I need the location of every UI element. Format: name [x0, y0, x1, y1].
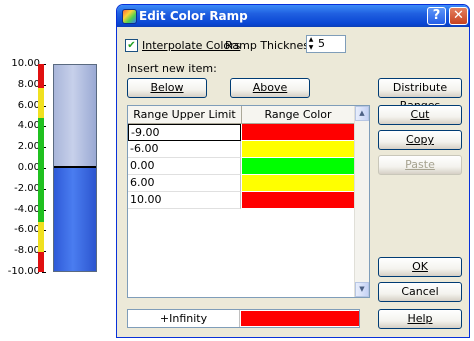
table-row[interactable]: -6.00 — [128, 141, 355, 158]
insert-new-item-label: Insert new item: — [127, 62, 217, 75]
gauge-fill — [54, 166, 96, 271]
range-color-swatch[interactable] — [242, 175, 355, 192]
ramp-thickness-value[interactable]: 5 — [318, 37, 325, 50]
range-table: Range Upper Limit Range Color -9.00 -6.00… — [127, 105, 370, 298]
dialog-title: Edit Color Ramp — [139, 9, 248, 23]
range-limit-cell[interactable]: 10.00 — [128, 192, 241, 209]
paste-button[interactable]: Paste — [378, 155, 462, 175]
gauge-label: -6.00 — [14, 224, 40, 236]
gauge-red-bottom — [38, 252, 44, 272]
title-help-button[interactable]: ? — [427, 7, 446, 25]
range-color-swatch[interactable] — [242, 124, 355, 141]
table-vertical-scrollbar[interactable]: ▲ ▼ — [354, 106, 369, 297]
help-button[interactable]: Help — [378, 309, 462, 329]
gauge-label: -2.00 — [14, 182, 40, 194]
range-color-swatch[interactable] — [242, 192, 355, 209]
table-row[interactable]: 10.00 — [128, 192, 355, 209]
range-limit-cell[interactable]: 0.00 — [128, 158, 241, 175]
edit-color-ramp-dialog: Edit Color Ramp ? ✕ ✔ Interpolate Colors… — [116, 4, 470, 338]
level-gauge: 10.00 8.00 6.00 4.00 2.00 0.00 -2.00 -4.00 -6.00… — [0, 0, 112, 341]
table-row[interactable]: 0.00 — [128, 158, 355, 175]
header-range-upper-limit[interactable]: Range Upper Limit — [128, 106, 242, 124]
gauge-label: 6.00 — [17, 99, 40, 111]
gauge-label: 0.00 — [17, 162, 40, 173]
gauge-tick — [42, 272, 46, 273]
range-limit-cell[interactable]: 6.00 — [128, 175, 241, 192]
ramp-thickness-label: Ramp Thickness: — [225, 39, 319, 52]
insert-below-button[interactable]: Below — [127, 78, 207, 98]
gauge-green — [38, 118, 44, 222]
gauge-label: 10.00 — [11, 58, 40, 69]
ok-button[interactable]: OK — [378, 257, 462, 277]
infinity-range-row[interactable]: +Infinity — [127, 309, 360, 328]
range-limit-cell[interactable]: -6.00 — [128, 141, 241, 158]
gauge-red-top — [38, 64, 44, 88]
distribute-ranges-button[interactable]: Distribute Ranges — [378, 78, 462, 112]
gauge-yellow-top — [38, 88, 44, 118]
spinner-arrows-icon[interactable]: ▲ ▼ — [307, 36, 315, 52]
header-range-color[interactable]: Range Color — [242, 106, 355, 124]
table-header: Range Upper Limit Range Color — [128, 106, 355, 124]
gauge-label: 4.00 — [17, 120, 40, 132]
interpolate-checkbox[interactable]: ✔ — [125, 39, 138, 52]
range-limit-cell[interactable]: -9.00 — [128, 124, 241, 141]
scroll-down-arrow-icon[interactable]: ▼ — [355, 282, 369, 297]
gauge-label: -8.00 — [14, 245, 40, 257]
cancel-button[interactable]: Cancel — [378, 282, 462, 302]
infinity-color-swatch[interactable] — [241, 311, 359, 326]
ramp-thickness-spinner[interactable]: ▲ ▼ 5 — [306, 35, 346, 53]
insert-above-button[interactable]: Above — [230, 78, 310, 98]
gauge-label: -10.00 — [7, 266, 40, 277]
range-color-swatch[interactable] — [242, 158, 355, 175]
close-button[interactable]: ✕ — [449, 7, 468, 25]
title-bar: Edit Color Ramp ? ✕ — [117, 5, 469, 27]
infinity-label: +Infinity — [128, 310, 240, 327]
range-color-swatch[interactable] — [242, 141, 355, 158]
gauge-label: -4.00 — [14, 203, 40, 215]
copy-button[interactable]: Copy — [378, 130, 462, 150]
table-row[interactable]: -9.00 — [128, 124, 355, 141]
cut-button[interactable]: Cut — [378, 105, 462, 125]
gauge-label: 8.00 — [17, 78, 40, 90]
gauge-yellow-bottom — [38, 222, 44, 252]
gauge-tank — [53, 64, 97, 272]
gauge-label: 2.00 — [17, 141, 40, 153]
scroll-up-arrow-icon[interactable]: ▲ — [355, 106, 369, 121]
table-row[interactable]: 6.00 — [128, 175, 355, 192]
color-ramp-app-icon — [122, 9, 137, 24]
